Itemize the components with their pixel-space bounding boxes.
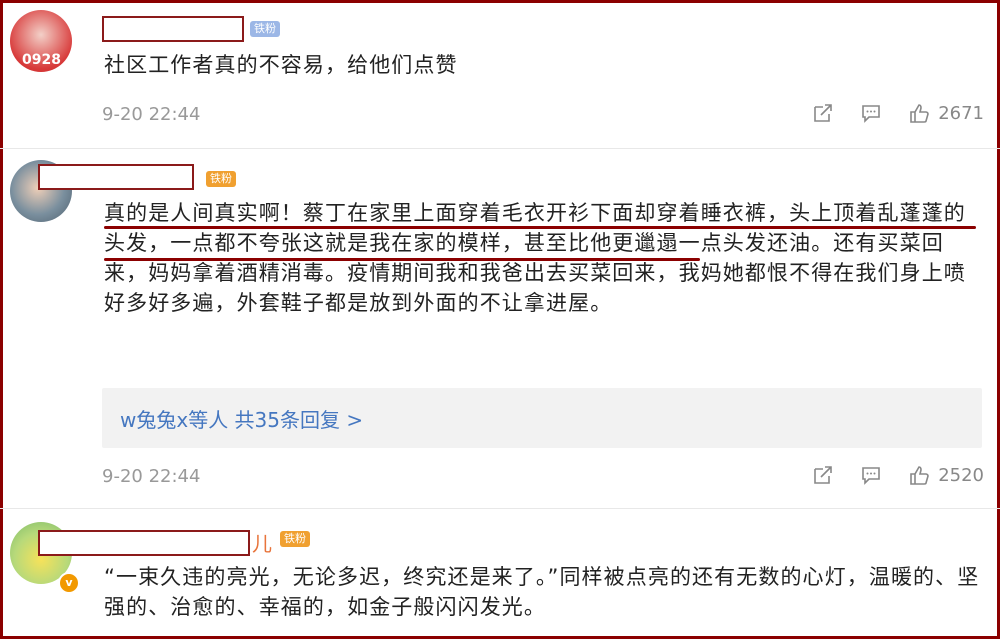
- verified-badge: v: [58, 572, 80, 594]
- like-icon: [910, 466, 929, 485]
- divider: [0, 148, 1000, 149]
- comment-item: 铁粉 真的是人间真实啊！蔡丁在家里上面穿着毛衣开衫下面却穿着睡衣裤，头上顶着乱蓬…: [0, 150, 1000, 505]
- redacted-username: [38, 530, 250, 556]
- share-icon[interactable]: [812, 464, 834, 486]
- like-button[interactable]: 2671: [908, 102, 984, 124]
- share-icon[interactable]: [812, 102, 834, 124]
- like-button[interactable]: 2520: [908, 464, 984, 486]
- like-icon: [910, 104, 929, 123]
- like-count: 2520: [938, 464, 984, 486]
- avatar[interactable]: 0928: [10, 10, 72, 72]
- avatar-caption: 0928: [22, 52, 61, 68]
- highlight-underline: [104, 258, 700, 261]
- highlight-underline: [104, 226, 976, 229]
- like-count: 2671: [938, 102, 984, 124]
- redacted-username: [38, 164, 194, 190]
- comment-icon[interactable]: [860, 102, 882, 124]
- comment-text: 社区工作者真的不容易，给他们点赞: [104, 53, 458, 77]
- fan-badge: 铁粉: [250, 21, 280, 37]
- redacted-username: [102, 16, 244, 42]
- comment-item: 0928 铁粉 社区工作者真的不容易，给他们点赞 9-20 22:44 2671: [0, 0, 1000, 150]
- divider: [0, 508, 1000, 509]
- reply-summary-text[interactable]: w兔兔x等人 共35条回复 >: [120, 404, 363, 433]
- comment-time: 9-20 22:44: [102, 466, 201, 487]
- comment-icon[interactable]: [860, 464, 882, 486]
- comment-actions: 2520: [812, 464, 984, 486]
- fan-badge: 铁粉: [206, 171, 236, 187]
- comment-actions: 2671: [812, 102, 984, 124]
- username-fragment: 儿: [252, 532, 272, 556]
- comment-text: “一束久违的亮光，无论多迟，终究还是来了。”同样被点亮的还有无数的心灯，温暖的、…: [104, 565, 980, 619]
- comment-time: 9-20 22:44: [102, 104, 201, 125]
- fan-badge: 铁粉: [280, 531, 310, 547]
- reply-summary[interactable]: w兔兔x等人 共35条回复 >: [102, 388, 982, 448]
- comment-item: v 儿 铁粉 “一束久违的亮光，无论多迟，终究还是来了。”同样被点亮的还有无数的…: [0, 510, 1000, 639]
